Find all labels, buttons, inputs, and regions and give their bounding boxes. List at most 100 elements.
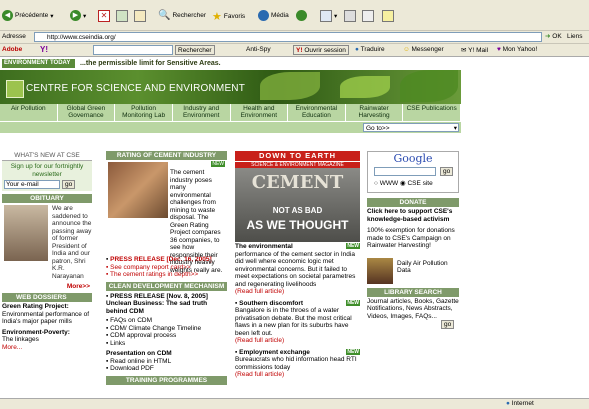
forward-arrow-icon: ▶	[70, 10, 81, 21]
read-more-link[interactable]: (Read full article)	[235, 288, 360, 296]
nav-item[interactable]: Industry and Environment	[173, 104, 231, 121]
new-badge: NEW	[211, 161, 225, 167]
back-button[interactable]: ◀ Précédente ▾	[2, 10, 54, 21]
smiley-icon: ☺	[403, 46, 410, 53]
yahoo-logo[interactable]: Y!	[40, 45, 48, 54]
dossier-title[interactable]: Environment-Poverty:	[2, 329, 92, 337]
favorites-button[interactable]: ★ Favoris	[212, 10, 245, 23]
adobe-button[interactable]: Adobe	[2, 46, 22, 53]
print-button[interactable]	[344, 10, 356, 22]
star-icon: ★	[212, 11, 222, 23]
google-go-button[interactable]: go	[440, 167, 454, 176]
dossier-text[interactable]: Environmental performance of India's maj…	[2, 311, 92, 326]
site-banner: CENTRE FOR SCIENCE AND ENVIRONMENT	[0, 70, 461, 104]
google-logo: Google	[393, 152, 433, 165]
goto-select[interactable]: Go to>> ▾	[363, 123, 459, 132]
nav-item[interactable]: Health and Environment	[231, 104, 289, 121]
obituary-text: We are saddened to announce the passing …	[52, 205, 92, 280]
dossier-text[interactable]: The linkages	[2, 336, 92, 344]
google-search-input[interactable]	[374, 167, 436, 176]
rating-header: RATING OF CEMENT INDUSTRY	[106, 151, 227, 160]
nav-item[interactable]: CSE Publications	[403, 104, 461, 121]
rating-text: The cement industry poses many environme…	[170, 169, 223, 274]
search-icon: 🔍	[158, 10, 171, 21]
dte-cover-image[interactable]: CEMENT NOT AS BAD AS WE THOUGHT	[235, 168, 360, 242]
stop-button[interactable]: ✕	[98, 10, 110, 22]
newsletter-go-button[interactable]: go	[62, 180, 76, 189]
back-arrow-icon: ◀	[2, 10, 13, 21]
read-more-link[interactable]: (Read full article)	[235, 337, 360, 345]
story-title[interactable]: ▪ Employment exchange NEW	[235, 348, 360, 357]
library-go-button[interactable]: go	[441, 320, 455, 329]
history-button[interactable]	[296, 10, 307, 21]
obituary-photo	[4, 205, 48, 261]
search-scope: ○ WWW ◉ CSE site	[374, 180, 433, 188]
radio-cse-site[interactable]: ◉ CSE site	[400, 180, 433, 187]
yahoo-search-input[interactable]	[93, 45, 173, 55]
newsletter-box: Sign up for our fortnightly newsletter Y…	[2, 161, 92, 191]
cdm-link[interactable]: ▪ CDM/ Climate Change Timeline	[106, 325, 227, 333]
edit-button[interactable]	[362, 10, 374, 22]
mail-button[interactable]: ▾	[320, 10, 337, 22]
refresh-icon	[116, 10, 128, 22]
yahoo-search-button[interactable]: Rechercher	[175, 45, 215, 55]
chevron-down-icon: ▾	[453, 125, 457, 132]
nav-item[interactable]: Air Pollution	[0, 104, 58, 121]
story-title[interactable]: The environmental NEW	[235, 243, 360, 251]
go-button[interactable]: ➜ OK	[545, 32, 562, 40]
yahoo-mail-button[interactable]: ✉ Y! Mail	[461, 46, 488, 54]
discuss-button[interactable]	[382, 10, 394, 22]
newsletter-email-input[interactable]: Your e-mail	[4, 180, 60, 189]
yahoo-toolbar: Adobe Y! Rechercher Anti-Spy Y! Ouvrir s…	[0, 44, 589, 57]
messenger-button[interactable]: ☺ Messenger	[403, 46, 444, 53]
heart-icon: ♥	[497, 46, 501, 53]
cdm-link[interactable]: ▪ CDM approval process	[106, 332, 227, 340]
open-session-button[interactable]: Y! Ouvrir session	[293, 45, 349, 55]
refresh-button[interactable]	[116, 10, 128, 22]
new-badge: NEW	[346, 348, 360, 355]
read-more-link[interactable]: (Read full article)	[235, 371, 360, 379]
media-button[interactable]: Média	[258, 10, 289, 21]
cdm-title[interactable]: Unclean Business: The sad truth behind C…	[106, 300, 227, 315]
dte-title[interactable]: DOWN TO EARTH	[235, 151, 360, 161]
home-button[interactable]	[134, 10, 146, 22]
air-pollution-thumb	[367, 257, 393, 284]
nav-item[interactable]: Pollution Monitoring Lab	[115, 104, 173, 121]
cdm-press-release[interactable]: ▪ PRESS RELEASE [Nov. 8, 2005]	[106, 293, 227, 301]
search-button[interactable]: 🔍 Rechercher	[158, 10, 206, 21]
middle-column: RATING OF CEMENT INDUSTRY NEW The cement…	[106, 151, 227, 385]
page-right-margin	[463, 59, 589, 398]
donate-link[interactable]: Click here to support CSE's knowledge-ba…	[367, 208, 459, 223]
env-today-label[interactable]: ENVIRONMENT TODAY	[2, 59, 75, 68]
dossier-title[interactable]: Green Rating Project:	[2, 303, 92, 311]
env-today-ticker[interactable]: ...the permissible limit for Sensitive A…	[80, 59, 221, 68]
leaf-decoration	[260, 72, 320, 100]
history-icon	[296, 10, 307, 21]
presentation-link[interactable]: ▪ Download PDF	[106, 365, 227, 373]
yahoo-icon: Y!	[296, 47, 303, 54]
cdm-link[interactable]: ▪ Links	[106, 340, 227, 348]
mail-icon	[320, 10, 332, 22]
story-title[interactable]: ▪ Southern discomfort NEW	[235, 299, 360, 308]
dte-subtitle: SCIENCE & ENVIRONMENT MAGAZINE	[235, 161, 360, 168]
my-yahoo-button[interactable]: ♥ Mon Yahoo!	[497, 46, 537, 53]
obituary-more-link[interactable]: More>>	[67, 283, 90, 291]
daily-air-text: Daily Air Pollution Data	[397, 259, 448, 275]
nav-item[interactable]: Environmental Education	[288, 104, 346, 121]
address-input[interactable]: http://www.cseindia.org/	[34, 32, 542, 42]
daily-air-box[interactable]: Daily Air Pollution Data	[367, 257, 459, 286]
antispy-button[interactable]: Anti-Spy	[246, 46, 271, 53]
nav-item[interactable]: Rainwater Harvesting	[346, 104, 404, 121]
forward-button[interactable]: ▶ ▾	[70, 10, 86, 21]
dossier-more-link[interactable]: More...	[2, 344, 92, 352]
obituary-header: OBITUARY	[2, 194, 92, 203]
presentation-link[interactable]: ▪ Read online in HTML	[106, 358, 227, 366]
site-title: CENTRE FOR SCIENCE AND ENVIRONMENT	[26, 83, 246, 94]
goto-row: Go to>> ▾	[0, 121, 461, 133]
links-button[interactable]: Liens	[567, 33, 583, 40]
radio-www[interactable]: ○ WWW	[374, 180, 398, 187]
cdm-link[interactable]: ▪ FAQs on CDM	[106, 317, 227, 325]
translate-button[interactable]: ● Traduire	[355, 46, 385, 53]
nav-item[interactable]: Global Green Governance	[58, 104, 116, 121]
cse-logo[interactable]	[6, 80, 24, 98]
